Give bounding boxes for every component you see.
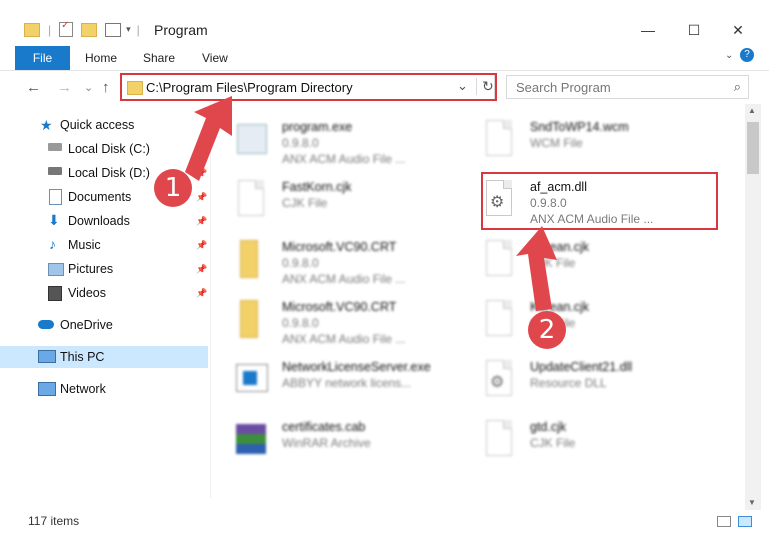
arrow-1	[185, 96, 232, 181]
scrollbar-thumb[interactable]	[747, 122, 759, 174]
arrow-2	[516, 226, 557, 311]
scroll-down-icon[interactable]: ▼	[748, 498, 756, 507]
item-count: 117 items	[28, 514, 80, 528]
scroll-up-icon[interactable]: ▲	[748, 106, 756, 115]
status-bar: 117 items	[0, 508, 769, 540]
details-view-icon[interactable]	[717, 516, 731, 527]
annotation-arrows	[185, 96, 557, 311]
step-badge-2: 2	[528, 311, 566, 349]
large-icons-view-icon[interactable]	[738, 516, 752, 527]
step-badge-1: 1	[154, 169, 192, 207]
